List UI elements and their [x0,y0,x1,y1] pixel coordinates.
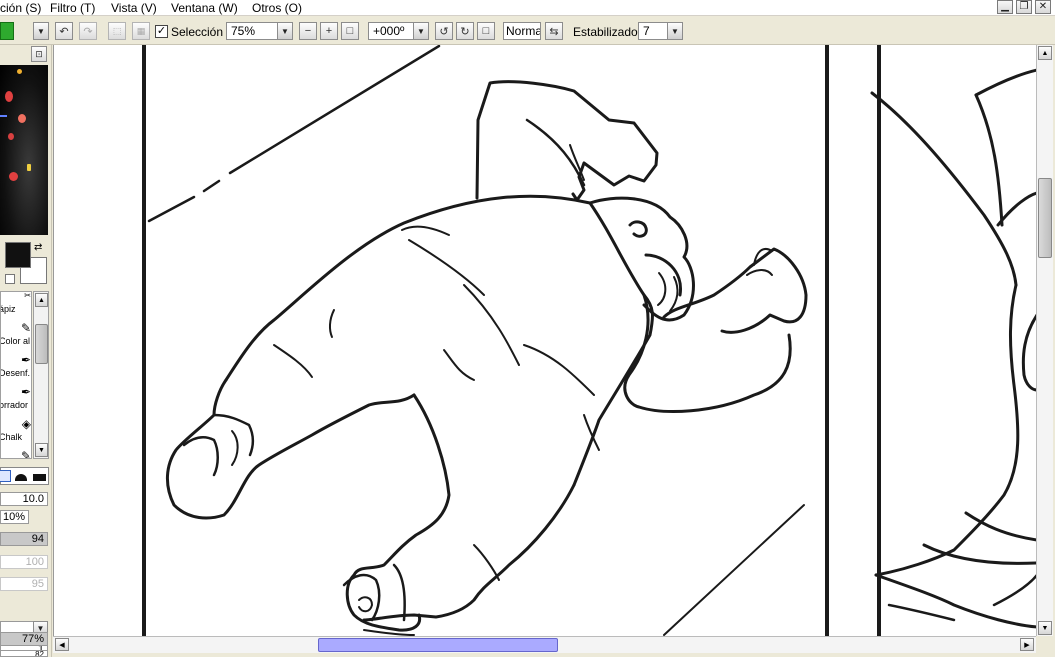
left-panel: ⊡ ⇄ ✂ ápiz ✎ Color al ✒ Desenf. ✒ orrador ◈ … [0,45,52,657]
stabilizer-dropdown-arrow[interactable]: ▼ [667,22,683,40]
preview-spot [8,133,14,140]
menu-selection[interactable]: ción (S) [0,1,41,15]
field-partial[interactable]: 82 [0,650,48,657]
reset-colors-icon[interactable] [5,274,15,284]
brush-size-field[interactable]: 10.0 [0,492,48,506]
preview-spot [17,69,22,74]
toolbar: ▼ ↶ ↷ ⬚ ▦ ✓ Selección 75% ▼ − + □ +000º … [0,17,1055,45]
swap-colors-icon[interactable]: ⇄ [34,242,42,253]
brush-tool-list: ✂ ápiz ✎ Color al ✒ Desenf. ✒ orrador ◈ Chal… [0,291,32,459]
rotate-ccw-button[interactable]: ↺ [435,22,453,40]
horizontal-scroll-thumb[interactable] [318,638,558,652]
preview-spot [27,164,31,171]
horizontal-scrollbar[interactable]: ◀ ▶ [53,636,1036,653]
second-panel-drawing [870,68,1036,629]
speed-line [663,504,805,636]
pencil-icon: ✎ [20,321,31,335]
brush-icon: ✒ [20,353,31,367]
zoom-reset-button[interactable]: □ [341,22,359,40]
tool-label: Desenf. [0,368,31,378]
rotate-cw-button[interactable]: ↻ [456,22,474,40]
preview-spot [18,114,26,123]
menu-bar: ción (S) Filtro (T) Vista (V) Ventana (W… [0,0,1055,16]
zoom-in-button[interactable]: + [320,22,338,40]
soft-shape-icon[interactable] [15,474,27,481]
scroll-up-arrow[interactable]: ▲ [1038,46,1052,60]
tool-label: ápiz [0,304,16,314]
view-toggle-button[interactable] [0,22,14,40]
scroll-left-arrow[interactable]: ◀ [55,638,69,651]
scroll-down-arrow[interactable]: ▼ [1038,621,1052,635]
density-slider[interactable]: 94 [0,532,48,546]
foreground-color-swatch[interactable] [5,242,31,268]
partial-tool-icon: ✂ [24,291,31,300]
tool-label: Color al [0,336,31,346]
blur-brush-icon: ✒ [20,385,31,399]
window-controls: ▁ ❐ ✕ [997,0,1051,14]
preview-spot [9,172,18,181]
deselect-icon: ⬚ [112,25,122,36]
tool-item-color-blend[interactable]: Color al ✒ [0,336,31,368]
zoom-select[interactable]: 75% [226,22,278,40]
zoom-out-button[interactable]: − [299,22,317,40]
tool-label: orrador [0,400,29,410]
preview-spot [0,115,7,117]
scroll-up-arrow[interactable]: ▲ [35,293,48,307]
vertical-scroll-thumb[interactable] [1038,178,1052,258]
undo-button[interactable]: ↶ [55,22,73,40]
minimize-button[interactable]: ▁ [997,0,1013,14]
running-character-drawing [166,80,808,636]
rotation-select[interactable]: +000º [368,22,414,40]
close-button[interactable]: ✕ [1035,0,1051,14]
opacity-slider[interactable]: 77% [0,632,48,646]
redo-button[interactable]: ↷ [79,22,97,40]
round-shape-icon[interactable] [0,470,11,482]
menu-window[interactable]: Ventana (W) [171,1,238,15]
speed-line [147,45,441,223]
navigator-button[interactable]: ⊡ [31,46,47,62]
brush-shape-bar [0,467,49,485]
square-shape-icon[interactable] [33,474,46,481]
drawing-canvas[interactable] [53,45,1036,636]
canvas-artwork [142,45,1036,636]
scroll-down-arrow[interactable]: ▼ [35,443,48,457]
deselect-button[interactable]: ⬚ [108,22,126,40]
tool-label: Chalk [0,432,23,442]
rotate-reset-button[interactable]: □ [477,22,495,40]
tool-item-eraser[interactable]: orrador ◈ [0,400,31,432]
selection-label: Selección [171,25,224,39]
chalk-icon: ✎ [20,449,31,459]
disabled-field-100: 100 [0,555,48,569]
tool-item-blur[interactable]: Desenf. ✒ [0,368,31,400]
zoom-dropdown-arrow[interactable]: ▼ [277,22,293,40]
maximize-button[interactable]: ❐ [1016,0,1032,14]
navigator-icon: ⊡ [35,48,43,59]
min-size-field[interactable]: 10% [0,510,29,524]
status-bar [53,653,1055,657]
tool-item-pencil[interactable]: ápiz ✎ [0,304,31,336]
flip-button[interactable]: ⇆ [545,22,563,40]
selection-checkbox[interactable]: ✓ [155,25,168,38]
vertical-scrollbar[interactable]: ▲ ▼ [1036,45,1053,636]
select-all-button[interactable]: ▦ [132,22,150,40]
blend-mode-button[interactable]: Normal [503,22,541,40]
tool-list-scrollbar[interactable]: ▲ ▼ [33,291,49,459]
select-all-icon: ▦ [136,25,146,36]
eraser-icon: ◈ [21,417,31,431]
scroll-right-arrow[interactable]: ▶ [1020,638,1034,651]
menu-others[interactable]: Otros (O) [252,1,302,15]
stabilizer-select[interactable]: 7 [638,22,668,40]
tool-list-scroll-thumb[interactable] [35,324,48,364]
disabled-field-95: 95 [0,577,48,591]
rotation-dropdown-arrow[interactable]: ▼ [413,22,429,40]
tool-item-chalk[interactable]: Chalk ✎ [0,432,31,459]
navigator-preview[interactable] [0,65,48,235]
stabilizer-label: Estabilizador [573,25,642,39]
tool-item-partial[interactable]: ✂ [1,291,31,304]
panel-dropdown-arrow[interactable]: ▼ [33,22,49,40]
menu-view[interactable]: Vista (V) [111,1,157,15]
menu-filter[interactable]: Filtro (T) [50,1,95,15]
preview-spot [5,91,13,102]
